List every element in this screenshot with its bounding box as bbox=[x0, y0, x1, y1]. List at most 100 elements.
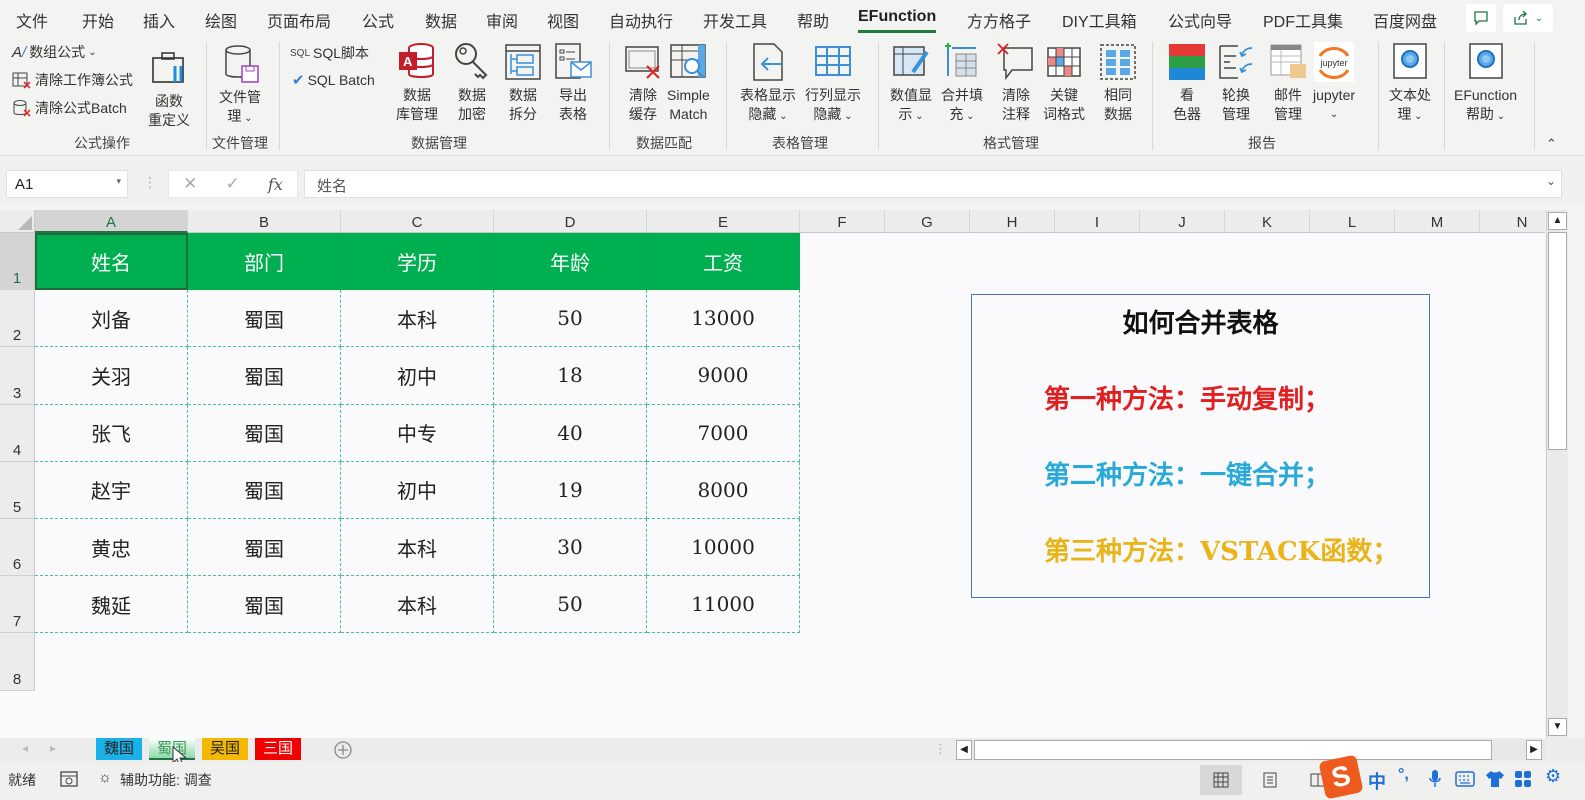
scroll-up-icon[interactable]: ▲ bbox=[1548, 212, 1567, 230]
column-header-n[interactable]: N bbox=[1480, 210, 1545, 233]
sheet-tab-sanguo[interactable]: 三国 bbox=[255, 738, 302, 760]
horizontal-scroll-thumb[interactable] bbox=[974, 740, 1492, 760]
array-formula-button[interactable]: A/ 数组公式 ⌄ bbox=[12, 42, 97, 62]
name-box[interactable]: A1 ▾ bbox=[6, 170, 128, 198]
row-header-1[interactable]: 1 bbox=[0, 233, 35, 291]
same-data-button[interactable]: 相同 数据 bbox=[1098, 42, 1138, 124]
page-layout-view-icon[interactable] bbox=[1262, 772, 1278, 788]
column-header-m[interactable]: M bbox=[1395, 210, 1480, 233]
sheet-tab-wu[interactable]: 吴国 bbox=[202, 738, 249, 760]
keyword-format-button[interactable]: 关键 词格式 bbox=[1043, 42, 1085, 124]
next-sheet-icon[interactable]: ▸ bbox=[50, 741, 56, 755]
table-cell[interactable]: 19 bbox=[494, 461, 647, 519]
column-header-h[interactable]: H bbox=[970, 210, 1055, 233]
horizontal-scrollbar[interactable]: ◀ ▶ bbox=[956, 740, 1546, 760]
text-processing-button[interactable]: 文本处 理 ⌄ bbox=[1389, 42, 1431, 126]
vertical-scrollbar[interactable]: ▲ ▼ bbox=[1546, 210, 1568, 738]
sql-script-button[interactable]: SQL SQL脚本 bbox=[290, 43, 369, 63]
table-cell[interactable]: 张飞 bbox=[35, 404, 188, 462]
database-management-button[interactable]: A 数据 库管理 bbox=[396, 42, 438, 124]
enter-check-icon[interactable]: ✓ bbox=[226, 174, 240, 194]
data-split-button[interactable]: 数据 拆分 bbox=[503, 42, 543, 124]
tab-diy-toolbox[interactable]: DIY工具箱 bbox=[1062, 8, 1137, 32]
tab-file[interactable]: 文件 bbox=[16, 8, 48, 32]
split-handle-icon[interactable]: ⋮ bbox=[934, 741, 947, 757]
table-cell[interactable]: 8000 bbox=[647, 461, 800, 519]
table-cell[interactable]: 蜀国 bbox=[188, 519, 341, 577]
clear-cache-button[interactable]: 清除 缓存 bbox=[623, 42, 663, 124]
table-cell[interactable]: 30 bbox=[494, 519, 647, 577]
column-header-c[interactable]: C bbox=[341, 210, 494, 233]
table-header-cell[interactable]: 工资 bbox=[647, 233, 800, 291]
simple-match-button[interactable]: Simple Match bbox=[667, 42, 710, 124]
table-cell[interactable]: 9000 bbox=[647, 347, 800, 405]
table-cell[interactable]: 50 bbox=[494, 576, 647, 634]
table-cell[interactable]: 刘备 bbox=[35, 290, 188, 348]
tab-fangfang[interactable]: 方方格子 bbox=[967, 8, 1031, 32]
column-header-g[interactable]: G bbox=[885, 210, 970, 233]
formula-input[interactable]: 姓名 bbox=[304, 170, 1562, 198]
table-cell[interactable]: 18 bbox=[494, 347, 647, 405]
comments-button[interactable] bbox=[1466, 4, 1496, 32]
tab-data[interactable]: 数据 bbox=[425, 8, 457, 32]
table-cell[interactable]: 40 bbox=[494, 404, 647, 462]
table-header-cell[interactable]: 姓名 bbox=[35, 233, 188, 291]
row-header-2[interactable]: 2 bbox=[0, 290, 35, 348]
jupyter-button[interactable]: jupyter jupyter ⌄ bbox=[1313, 42, 1355, 124]
accessibility-icon[interactable]: ☼ bbox=[98, 769, 112, 786]
column-header-f[interactable]: F bbox=[800, 210, 885, 233]
row-header-8[interactable]: 8 bbox=[0, 633, 35, 691]
microphone-icon[interactable] bbox=[1428, 769, 1442, 789]
add-sheet-icon[interactable] bbox=[333, 740, 353, 760]
normal-view-button[interactable] bbox=[1200, 765, 1242, 795]
table-cell[interactable]: 本科 bbox=[341, 290, 494, 348]
table-cell[interactable]: 蜀国 bbox=[188, 404, 341, 462]
function-redefine-button[interactable]: 函数 重定义 bbox=[148, 48, 190, 130]
file-management-button[interactable]: 文件管 理 ⌄ bbox=[219, 44, 261, 128]
tab-developer[interactable]: 开发工具 bbox=[703, 8, 767, 32]
table-header-cell[interactable]: 部门 bbox=[188, 233, 341, 291]
vertical-scroll-thumb[interactable] bbox=[1548, 232, 1567, 450]
collapse-ribbon-icon[interactable]: ⌃ bbox=[1546, 136, 1557, 152]
tab-help[interactable]: 帮助 bbox=[797, 8, 829, 32]
column-header-d[interactable]: D bbox=[494, 210, 647, 233]
column-header-a[interactable]: A bbox=[35, 210, 188, 233]
instruction-textbox[interactable]: 如何合并表格 第一种方法：手动复制； 第二种方法：一键合并； 第三种方法：VST… bbox=[971, 294, 1430, 598]
tab-home[interactable]: 开始 bbox=[82, 8, 114, 32]
table-cell[interactable]: 50 bbox=[494, 290, 647, 348]
clear-workbook-formula-button[interactable]: 清除工作簿公式 bbox=[12, 70, 133, 90]
number-display-button[interactable]: 数值显 示 ⌄ bbox=[890, 42, 932, 126]
scroll-right-icon[interactable]: ▶ bbox=[1526, 740, 1542, 760]
sheet-tab-wei[interactable]: 魏国 bbox=[96, 738, 143, 760]
table-cell[interactable]: 13000 bbox=[647, 290, 800, 348]
toolbox-grid-icon[interactable] bbox=[1514, 770, 1532, 788]
column-header-e[interactable]: E bbox=[647, 210, 800, 233]
cancel-icon[interactable]: ✕ bbox=[183, 174, 197, 194]
table-cell[interactable]: 11000 bbox=[647, 576, 800, 634]
insert-function-icon[interactable]: fx bbox=[268, 175, 283, 194]
row-header-4[interactable]: 4 bbox=[0, 404, 35, 462]
table-cell[interactable]: 关羽 bbox=[35, 347, 188, 405]
table-cell[interactable]: 蜀国 bbox=[188, 461, 341, 519]
table-cell[interactable]: 蜀国 bbox=[188, 347, 341, 405]
spreadsheet-grid[interactable]: ABCDEFGHIJKLMN 12345678 姓名 部门 学历 年龄 工资 刘备 蜀国 本科… bbox=[0, 210, 1545, 738]
column-header-i[interactable]: I bbox=[1055, 210, 1140, 233]
select-all-corner[interactable] bbox=[0, 210, 35, 233]
table-cell[interactable]: 蜀国 bbox=[188, 576, 341, 634]
column-header-b[interactable]: B bbox=[188, 210, 341, 233]
tab-formulas[interactable]: 公式 bbox=[362, 8, 394, 32]
table-cell[interactable]: 10000 bbox=[647, 519, 800, 577]
rotation-management-button[interactable]: 轮换 管理 bbox=[1216, 42, 1256, 124]
tab-review[interactable]: 审阅 bbox=[486, 8, 518, 32]
color-viewer-button[interactable]: 看 色器 bbox=[1167, 42, 1207, 124]
ime-language-toggle[interactable]: 中 bbox=[1368, 768, 1386, 794]
scroll-left-icon[interactable]: ◀ bbox=[956, 740, 972, 760]
row-col-show-hide-button[interactable]: 行列显示 隐藏 ⌄ bbox=[805, 42, 861, 126]
column-header-k[interactable]: K bbox=[1225, 210, 1310, 233]
tab-formula-wizard[interactable]: 公式向导 bbox=[1168, 8, 1232, 32]
settings-gear-icon[interactable]: ⚙ bbox=[1545, 766, 1561, 787]
column-header-j[interactable]: J bbox=[1140, 210, 1225, 233]
efunction-help-button[interactable]: EFunction 帮助 ⌄ bbox=[1454, 42, 1517, 126]
export-table-button[interactable]: 导出 表格 bbox=[553, 42, 593, 124]
table-header-cell[interactable]: 学历 bbox=[341, 233, 494, 291]
